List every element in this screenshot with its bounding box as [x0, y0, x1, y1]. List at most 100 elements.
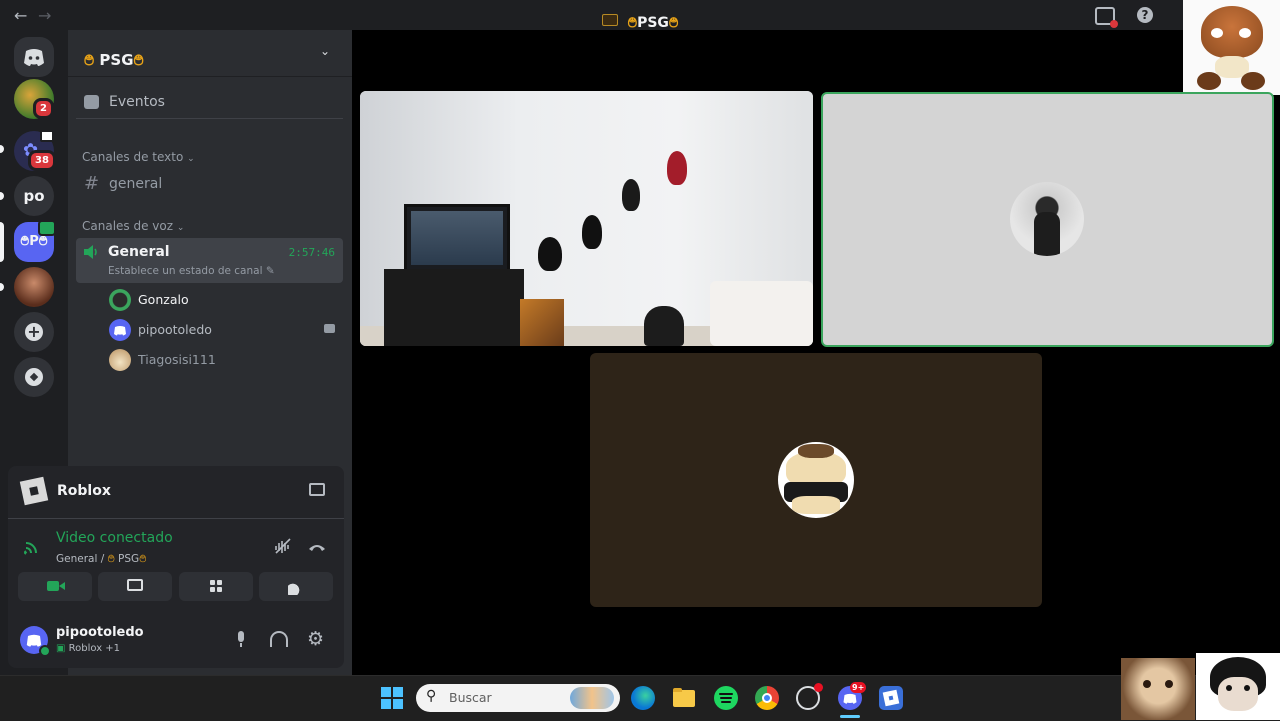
disconnect-icon[interactable] — [307, 538, 327, 552]
notification-dot — [814, 683, 823, 692]
screen-share-button[interactable] — [98, 572, 172, 601]
discord-logo-icon — [24, 49, 44, 66]
category-label: Canales de texto — [82, 150, 184, 164]
signal-icon — [24, 537, 42, 555]
headphones-icon[interactable] — [270, 631, 288, 647]
server-po[interactable]: po — [14, 176, 54, 216]
cap — [622, 179, 640, 211]
camera-icon-lens — [59, 582, 65, 590]
taskbar-search[interactable]: ⚲ Buscar — [416, 684, 620, 712]
video-tile-tiagosisi[interactable] — [590, 353, 1042, 607]
chevron-down-icon[interactable]: ⌄ — [320, 44, 330, 58]
inbox-icon[interactable] — [1095, 7, 1118, 28]
activity-row[interactable]: Roblox — [8, 466, 344, 519]
file-explorer-icon[interactable] — [672, 686, 696, 710]
activities-icon — [208, 579, 224, 595]
search-icon: ⚲ — [426, 688, 437, 704]
voice-member[interactable]: Gonzalo — [100, 288, 343, 312]
search-highlight-image — [570, 687, 614, 709]
member-name: pipootoledo — [138, 322, 212, 337]
server-psg[interactable]: ࿉P࿉ — [14, 220, 56, 262]
unread-pill — [0, 145, 4, 153]
avatar — [778, 442, 854, 518]
avatar — [109, 349, 131, 371]
overlay-image-bottom-right — [1196, 653, 1280, 720]
server-2[interactable]: ✿ 38 — [14, 130, 56, 171]
discover-button[interactable] — [14, 357, 54, 397]
category-text-channels[interactable]: Canales de texto ⌄ — [82, 150, 195, 164]
online-status-dot — [39, 645, 51, 657]
chrome-icon[interactable] — [755, 686, 779, 710]
help-icon[interactable]: ? — [1137, 7, 1153, 23]
calendar-icon — [84, 95, 99, 109]
voice-member[interactable]: Tiagosisi111 — [100, 348, 343, 372]
channel-status-text: Establece un estado de canal — [108, 265, 263, 277]
roblox-taskbar-icon[interactable] — [879, 686, 903, 710]
tv-stand — [384, 269, 524, 346]
search-placeholder: Buscar — [449, 690, 492, 705]
server-psg-label: ࿉P࿉ — [20, 234, 48, 249]
chevron-down-icon: ⌄ — [187, 154, 195, 164]
video-tile-gonzalo[interactable] — [821, 92, 1274, 347]
location-glyph-left: ࿉ — [107, 553, 115, 565]
screen-share-icon — [127, 579, 143, 591]
title-glyph-right: ࿉ — [668, 15, 679, 31]
voice-channel-general[interactable]: General 2:57:46 Establece un estado de c… — [76, 238, 343, 283]
server-avatar-1[interactable]: 2 — [14, 79, 54, 119]
avatar — [1010, 182, 1084, 256]
avatar — [109, 289, 131, 311]
speaker-icon — [84, 245, 97, 259]
channel-status-prompt[interactable]: Establece un estado de canal ✎ — [108, 265, 275, 277]
chair — [644, 306, 684, 346]
guild-glyph-right: ࿉ — [133, 51, 144, 69]
voice-timer: 2:57:46 — [288, 246, 335, 259]
video-tile-camera[interactable] — [360, 91, 813, 346]
discord-home-button[interactable] — [14, 37, 54, 77]
camera-icon — [324, 324, 335, 333]
github-desktop-icon[interactable] — [796, 683, 823, 710]
discord-taskbar-icon[interactable]: 9+ — [838, 682, 867, 710]
user-avatar[interactable] — [20, 626, 51, 657]
guild-glyph-left: ࿉ — [84, 51, 95, 69]
activity-game-name: Roblox — [57, 483, 111, 499]
camera-icon — [47, 581, 59, 591]
location-server: PSG — [114, 553, 140, 565]
overlay-image-top-right — [1183, 0, 1280, 95]
camera-button[interactable] — [18, 572, 92, 601]
location-glyph-right: ࿉ — [139, 553, 147, 565]
guild-name[interactable]: ࿉ PSG࿉ — [84, 44, 144, 86]
user-activity: ▣ Roblox +1 — [56, 643, 120, 654]
gamepad-icon: ▣ — [56, 643, 66, 654]
edge-icon[interactable] — [631, 686, 655, 710]
microphone-icon[interactable] — [235, 631, 247, 649]
activities-button[interactable] — [179, 572, 253, 601]
events-row[interactable]: Eventos — [76, 88, 343, 119]
connection-status[interactable]: Video conectado — [56, 530, 173, 546]
bed — [710, 281, 813, 346]
spotify-icon[interactable] — [714, 686, 738, 710]
hashtag-icon: # — [84, 173, 100, 194]
soundboard-button[interactable] — [259, 572, 333, 601]
noise-suppression-icon[interactable] — [274, 537, 292, 555]
avatar — [109, 319, 131, 341]
title-glyph-left: ࿉ — [627, 15, 638, 31]
soundboard-icon — [288, 579, 304, 595]
channel-general-text[interactable]: # general — [76, 171, 343, 197]
add-server-button[interactable]: + — [14, 312, 54, 352]
title-text: PSG — [637, 15, 669, 31]
windows-start-icon[interactable] — [380, 686, 404, 710]
screen-icon — [40, 130, 54, 142]
gear-icon[interactable]: ⚙ — [307, 629, 324, 649]
category-voice-channels[interactable]: Canales de voz ⌄ — [82, 219, 184, 233]
mention-badge: 2 — [33, 98, 54, 119]
voice-member[interactable]: pipootoledo — [100, 318, 343, 342]
notification-badge: 9+ — [850, 682, 867, 693]
selected-pill — [0, 222, 4, 262]
plus-icon: + — [25, 323, 43, 341]
stream-icon[interactable] — [309, 483, 325, 496]
cap — [582, 215, 602, 249]
member-name: Tiagosisi111 — [138, 352, 216, 367]
username[interactable]: pipootoledo — [56, 625, 144, 640]
poster — [520, 299, 564, 346]
server-avatar-2[interactable] — [14, 267, 54, 307]
